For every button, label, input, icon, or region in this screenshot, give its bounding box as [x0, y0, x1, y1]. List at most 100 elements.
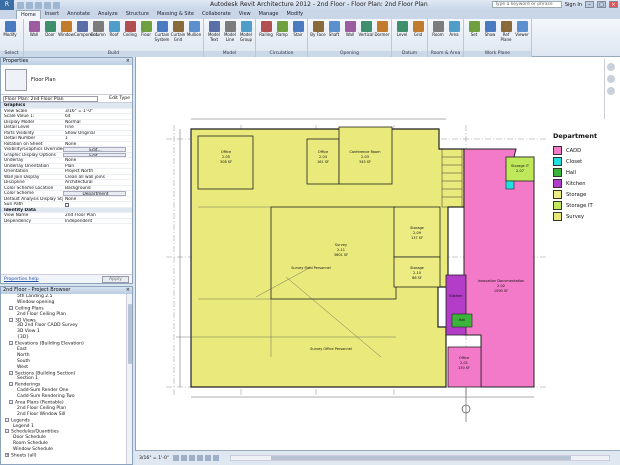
room-tag-area: 345 SF	[359, 160, 371, 164]
browser-scrollbar[interactable]	[126, 294, 132, 464]
tab-structure[interactable]: Structure	[122, 10, 153, 19]
dormer-button[interactable]: Dormer	[374, 21, 390, 49]
properties-help-link[interactable]: Properties help	[4, 277, 39, 282]
sun-path-icon[interactable]	[189, 455, 196, 461]
section-marker[interactable]	[461, 387, 471, 422]
visual-style-icon[interactable]	[181, 455, 188, 461]
sign-in-link[interactable]: Sign In	[565, 2, 582, 8]
shaft-button[interactable]: Shaft	[326, 21, 342, 49]
property-value	[63, 103, 132, 108]
steering-wheel-icon[interactable]	[606, 63, 615, 71]
floor-button[interactable]: Floor	[138, 21, 154, 49]
scrollbar-thumb[interactable]	[128, 304, 132, 364]
detail-level-icon[interactable]	[173, 455, 180, 461]
stair-button[interactable]: Stair	[290, 21, 306, 49]
color-fill-legend[interactable]: Department CADD Closet Hall Kitchen Storage S…	[553, 132, 619, 222]
close-icon[interactable]: ×	[126, 58, 130, 65]
checkbox[interactable]	[65, 202, 69, 207]
model-group-button[interactable]: Model Group	[238, 21, 254, 49]
collapse-icon[interactable]: -	[5, 417, 9, 422]
collapse-icon[interactable]: -	[9, 317, 13, 322]
vertical-button[interactable]: Vertical	[358, 21, 374, 49]
scrollbar-thumb[interactable]	[271, 456, 571, 460]
mullion-button[interactable]: Mullion	[186, 21, 202, 49]
collapse-icon[interactable]: -	[9, 370, 13, 375]
collapse-icon[interactable]: -	[9, 382, 13, 387]
model-line-button[interactable]: Model Line	[222, 21, 238, 49]
close-icon[interactable]: ×	[126, 287, 130, 294]
view-scale[interactable]: 3/16" = 1'-0"	[139, 456, 169, 461]
closet-room[interactable]	[505, 180, 515, 190]
tab-massing-site[interactable]: Massing & Site	[153, 10, 198, 19]
tab-insert[interactable]: Insert	[41, 10, 63, 19]
ribbon-button-label: Door	[45, 32, 55, 37]
viewer-button[interactable]: Viewer	[514, 21, 530, 49]
wall-button[interactable]: Wall	[26, 21, 42, 49]
ceiling-button[interactable]: Ceiling	[122, 21, 138, 49]
component-button[interactable]: Component	[74, 21, 97, 49]
expand-icon[interactable]: +	[5, 453, 9, 458]
close-button[interactable]: ×	[609, 1, 618, 8]
curtain-system-button[interactable]: Curtain System	[154, 21, 170, 49]
minimize-button[interactable]: –	[585, 1, 594, 8]
type-selector[interactable]: Floor Plan	[1, 65, 132, 95]
ramp-button[interactable]: Ramp	[274, 21, 290, 49]
property-name: Graphics	[4, 103, 26, 108]
maximize-button[interactable]: □	[597, 1, 606, 8]
property-edit-button[interactable]: Department	[63, 191, 126, 196]
property-value[interactable]: 3/16" = 1'-0"	[63, 109, 132, 113]
door-button[interactable]: Door	[42, 21, 58, 49]
level-button[interactable]: Level	[394, 21, 410, 49]
railing-button[interactable]: Railing	[258, 21, 274, 49]
area-button[interactable]: Area	[446, 21, 462, 49]
edit-type-button[interactable]: Edit Type	[109, 96, 130, 101]
roof-button[interactable]: Roof	[106, 21, 122, 49]
browser-item[interactable]: + Sheets (all)	[1, 453, 132, 459]
tab-analyze[interactable]: Analyze	[94, 10, 122, 19]
hide-isolate-icon[interactable]	[213, 455, 220, 461]
grid-button[interactable]: Grid	[410, 21, 426, 49]
collapse-icon[interactable]: -	[9, 400, 13, 405]
pan-icon[interactable]	[606, 87, 615, 95]
tab-collaborate[interactable]: Collaborate	[198, 10, 235, 19]
model-text-button[interactable]: Model Text	[206, 21, 222, 49]
application-menu-button[interactable]: R	[0, 0, 14, 10]
legend-item: Storage IT	[553, 200, 619, 211]
column-button[interactable]: Column	[90, 21, 106, 49]
wall-button[interactable]: Wall	[342, 21, 358, 49]
curtain-grid-button[interactable]: Curtain Grid	[170, 21, 186, 49]
search-input[interactable]: Type a keyword or phrase	[491, 1, 562, 8]
room-button[interactable]: Room	[430, 21, 446, 49]
show-button[interactable]: Show	[482, 21, 498, 49]
by-face-button[interactable]: By Face	[310, 21, 326, 49]
tab-home[interactable]: Home	[16, 10, 41, 19]
tab-annotate[interactable]: Annotate	[63, 10, 94, 19]
drawing-area[interactable]: Office 2-05 308 SF Office 2-04 161 SF Co…	[135, 57, 620, 450]
crop-icon[interactable]	[205, 455, 212, 461]
ribbon-button-label: Ramp	[276, 32, 288, 37]
collapse-icon[interactable]: -	[5, 429, 9, 434]
modify-button[interactable]: Modify	[2, 21, 18, 49]
property-value[interactable]	[63, 202, 132, 207]
set-button[interactable]: Set	[466, 21, 482, 49]
apply-button[interactable]: Apply	[102, 275, 129, 283]
legend-item: Closet	[553, 156, 619, 167]
redo-icon[interactable]	[44, 1, 51, 9]
horizontal-scrollbar[interactable]	[230, 455, 610, 461]
window-button[interactable]: Window	[58, 21, 74, 49]
save-icon[interactable]	[26, 1, 33, 9]
tab-view[interactable]: View	[235, 10, 255, 19]
collapse-icon[interactable]: -	[9, 305, 13, 310]
collapse-icon[interactable]: -	[9, 341, 13, 346]
property-edit-button[interactable]: Edit...	[63, 152, 126, 157]
zoom-icon[interactable]	[606, 75, 615, 83]
ref-plane-button[interactable]: Ref Plane	[498, 21, 514, 49]
print-icon[interactable]	[53, 1, 60, 9]
property-edit-button[interactable]: Edit...	[63, 147, 126, 152]
undo-icon[interactable]	[35, 1, 42, 9]
shadows-icon[interactable]	[197, 455, 204, 461]
instance-selector[interactable]: Floor Plan: 2nd Floor Plan	[3, 95, 98, 102]
tab-manage[interactable]: Manage	[255, 10, 283, 19]
tab-modify[interactable]: Modify	[283, 10, 308, 19]
open-icon[interactable]	[17, 1, 24, 9]
